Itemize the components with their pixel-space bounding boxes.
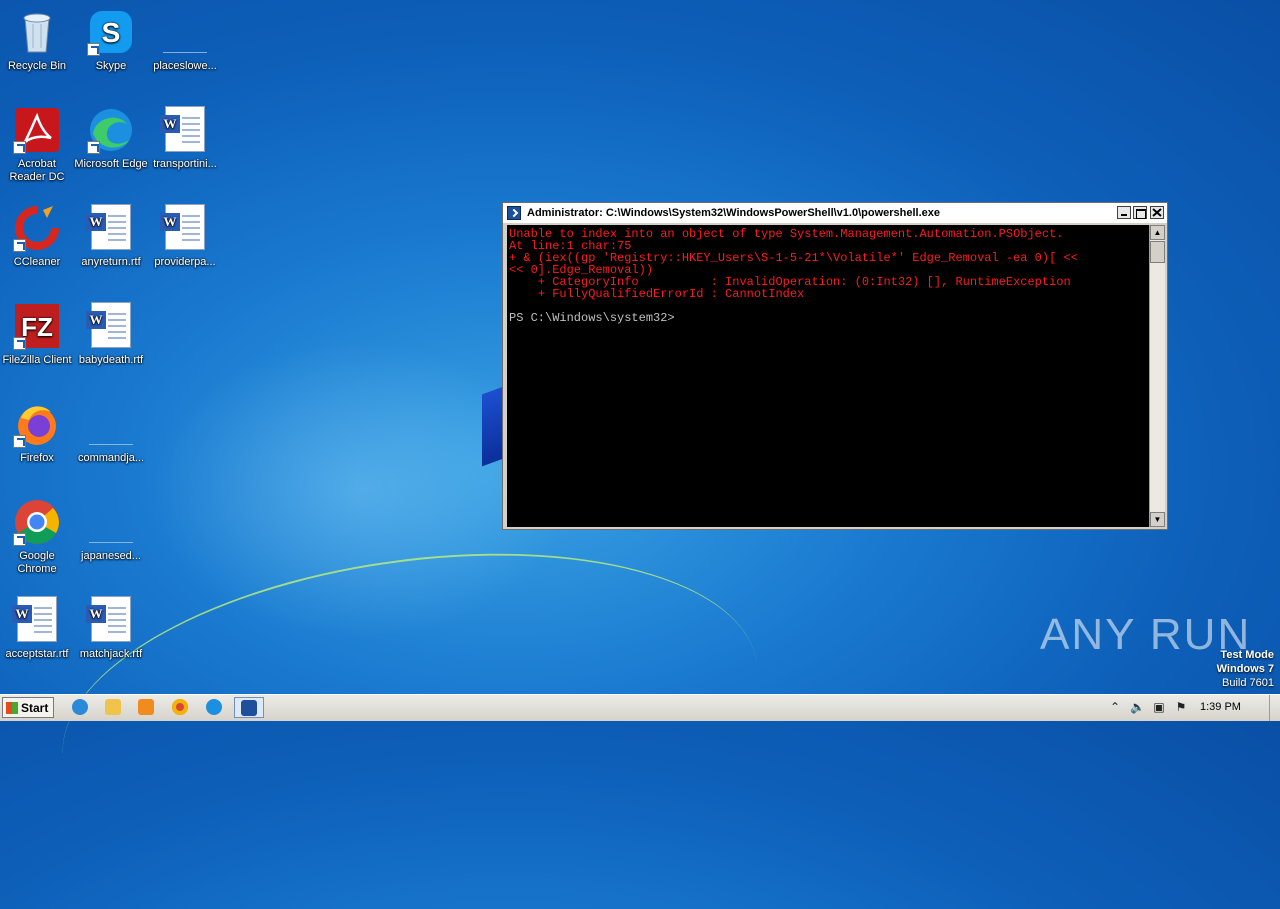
explorer-icon — [105, 699, 121, 715]
desktop-icon-anyreturn[interactable]: W anyreturn.rtf — [74, 204, 148, 269]
command-prompt: PS C:\Windows\system32> — [509, 311, 675, 325]
desktop-icon-label: Acrobat Reader DC — [9, 158, 65, 183]
skype-icon: S — [87, 8, 135, 56]
network-icon[interactable]: ▣ — [1152, 699, 1166, 715]
taskbar-powershell-button[interactable] — [234, 697, 264, 718]
volume-icon[interactable]: 🔈 — [1130, 699, 1145, 715]
minimize-button[interactable] — [1117, 206, 1131, 219]
chrome-icon — [13, 498, 61, 546]
test-mode-label: Test Mode — [1220, 649, 1274, 661]
blank-file-icon — [87, 498, 135, 546]
desktop-icon-label: Firefox — [20, 452, 54, 464]
desktop-icon-recycle-bin[interactable]: Recycle Bin — [0, 8, 74, 73]
blank-file-icon — [87, 400, 135, 448]
word-doc-icon: W — [86, 204, 135, 252]
ie-icon — [72, 699, 88, 715]
scroll-down-button[interactable]: ▼ — [1150, 512, 1165, 527]
taskbar-edge-button[interactable] — [202, 697, 226, 718]
desktop-icon-label: Skype — [95, 60, 127, 72]
maximize-button[interactable] — [1133, 206, 1147, 219]
acrobat-icon — [13, 106, 61, 154]
word-doc-icon: W — [160, 204, 209, 252]
window-titlebar[interactable]: Administrator: C:\Windows\System32\Windo… — [503, 203, 1167, 223]
desktop-icon-label: matchjack.rtf — [79, 648, 143, 660]
desktop-icon-label: CCleaner — [13, 256, 61, 268]
desktop-icon-label: anyreturn.rtf — [81, 256, 141, 268]
taskbar-media-player-button[interactable] — [134, 697, 158, 718]
minimize-icon — [1121, 214, 1127, 216]
console-output[interactable]: Unable to index into an object of type S… — [507, 225, 1150, 527]
close-icon — [1152, 208, 1162, 217]
start-button[interactable]: Start — [2, 697, 54, 718]
desktop-icon-matchjack[interactable]: W matchjack.rtf — [74, 596, 148, 661]
taskbar-chrome-button[interactable] — [168, 697, 192, 718]
desktop-icon-acrobat[interactable]: Acrobat Reader DC — [0, 106, 74, 184]
desktop-icon-japanesed[interactable]: japanesed... — [74, 498, 148, 563]
edge-icon — [87, 106, 135, 154]
edge-icon — [206, 699, 222, 715]
taskbar-explorer-button[interactable] — [101, 697, 125, 718]
test-mode-notice: Test Mode Windows 7 Build 7601 — [1217, 648, 1274, 690]
clock[interactable]: 1:39 PM — [1200, 701, 1241, 713]
desktop-icon-ccleaner[interactable]: CCleaner — [0, 204, 74, 269]
blank-file-icon — [161, 8, 209, 56]
desktop-icon-commandja[interactable]: commandja... — [74, 400, 148, 465]
desktop-icon-label: babydeath.rtf — [78, 354, 144, 366]
word-doc-icon: W — [86, 302, 135, 350]
taskbar: Start ⌃ 🔈 ▣ ⚑ 1:39 PM — [0, 694, 1280, 721]
powershell-icon — [241, 700, 257, 716]
scroll-up-button[interactable]: ▲ — [1150, 225, 1165, 240]
system-tray: ⌃ 🔈 ▣ ⚑ 1:39 PM — [1100, 695, 1280, 721]
filezilla-icon: FZ — [13, 302, 61, 350]
desktop-icon-label: Google Chrome — [17, 550, 57, 575]
maximize-icon — [1136, 209, 1146, 219]
vertical-scrollbar[interactable]: ▲ ▼ — [1149, 225, 1165, 527]
action-center-flag-icon[interactable]: ⚑ — [1174, 699, 1188, 715]
word-doc-icon: W — [12, 596, 61, 644]
desktop-icon-label: japanesed... — [81, 550, 141, 562]
desktop-icon-label: FileZilla Client — [2, 354, 72, 366]
desktop-icon-label: acceptstar.rtf — [5, 648, 69, 660]
desktop-icon-label: placeslowe... — [153, 60, 217, 72]
powershell-window[interactable]: Administrator: C:\Windows\System32\Windo… — [502, 202, 1168, 530]
desktop-icon-label: Microsoft Edge — [74, 158, 148, 170]
desktop-icon-filezilla[interactable]: FZ FileZilla Client — [0, 302, 74, 367]
desktop-icon-label: transportini... — [153, 158, 217, 170]
desktop-icon-label: providerpa... — [154, 256, 216, 268]
close-button[interactable] — [1150, 206, 1164, 219]
desktop-icon-label: commandja... — [77, 452, 145, 464]
svg-text:S: S — [102, 17, 121, 48]
desktop-icon-firefox[interactable]: Firefox — [0, 400, 74, 465]
firefox-icon — [13, 400, 61, 448]
word-doc-icon: W — [86, 596, 135, 644]
word-doc-icon: W — [160, 106, 209, 154]
scrollbar-thumb[interactable] — [1150, 241, 1165, 263]
window-title: Administrator: C:\Windows\System32\Windo… — [527, 207, 941, 219]
desktop-icon-skype[interactable]: S Skype — [74, 8, 148, 73]
media-player-icon — [138, 699, 154, 715]
os-label: Windows 7 — [1216, 663, 1274, 675]
desktop-icon-placeslowe[interactable]: placeslowe... — [148, 8, 222, 73]
windows-flag-icon — [6, 702, 18, 714]
show-desktop-button[interactable] — [1269, 695, 1280, 721]
show-hidden-icons-button[interactable]: ⌃ — [1108, 699, 1122, 715]
powershell-icon — [507, 206, 521, 220]
desktop-icon-providerpa[interactable]: W providerpa... — [148, 204, 222, 269]
recycle-bin-icon — [13, 8, 61, 56]
build-label: Build 7601 — [1222, 677, 1274, 689]
desktop-icon-babydeath[interactable]: W babydeath.rtf — [74, 302, 148, 367]
desktop-icon-label: Recycle Bin — [7, 60, 67, 72]
desktop-icon-acceptstar[interactable]: W acceptstar.rtf — [0, 596, 74, 661]
error-line: + FullyQualifiedErrorId : CannotIndex — [509, 287, 805, 301]
ccleaner-icon — [13, 204, 61, 252]
start-label: Start — [21, 701, 49, 715]
desktop-icon-transportini[interactable]: W transportini... — [148, 106, 222, 171]
taskbar-ie-button[interactable] — [68, 697, 92, 718]
desktop-icon-chrome[interactable]: Google Chrome — [0, 498, 74, 576]
chrome-icon — [172, 699, 188, 715]
desktop-icon-edge[interactable]: Microsoft Edge — [74, 106, 148, 171]
